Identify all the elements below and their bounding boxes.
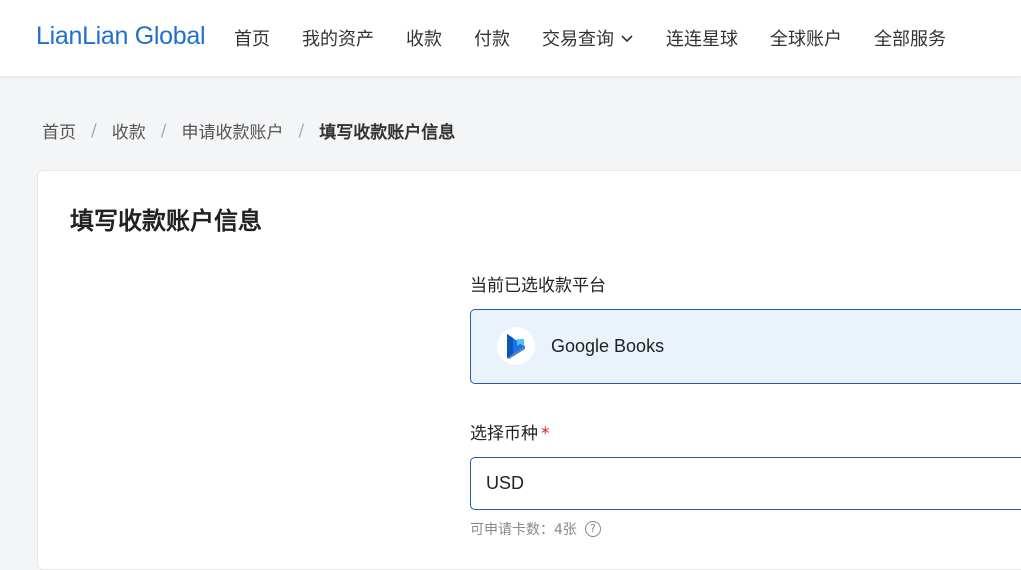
nav-label: 我的资产 (302, 29, 374, 50)
breadcrumb-separator: / (160, 120, 167, 141)
nav-label: 交易查询 (542, 29, 614, 50)
nav-label: 首页 (234, 29, 270, 50)
nav-label: 全球账户 (770, 29, 842, 50)
breadcrumb-separator: / (91, 120, 97, 141)
selected-platform-box: Google Books (470, 309, 1021, 384)
nav-label: 付款 (474, 29, 510, 50)
currency-select[interactable]: USD (470, 457, 1021, 510)
breadcrumb: 首页 / 收款 / 申请收款账户 / 填写收款账户信息 (42, 118, 456, 144)
brand-logo[interactable]: LianLian Global (36, 22, 206, 51)
help-circle-icon[interactable]: ? (584, 521, 601, 537)
nav-item-pay[interactable]: 付款 (474, 25, 510, 51)
nav-item-my-assets[interactable]: 我的资产 (302, 25, 374, 51)
google-books-icon (497, 327, 535, 365)
nav-item-global-account[interactable]: 全球账户 (770, 25, 842, 51)
breadcrumb-home[interactable]: 首页 (42, 118, 76, 143)
breadcrumb-receive[interactable]: 收款 (112, 118, 146, 143)
nav-label: 全部服务 (874, 29, 946, 50)
required-mark: * (541, 424, 550, 444)
nav-label: 收款 (406, 29, 442, 50)
breadcrumb-apply-account[interactable]: 申请收款账户 (181, 118, 283, 143)
platform-label: 当前已选收款平台 (470, 276, 606, 296)
nav-item-lianlian-planet[interactable]: 连连星球 (666, 25, 738, 51)
breadcrumb-current: 填写收款账户信息 (319, 123, 456, 143)
nav-label: 连连星球 (666, 29, 738, 50)
currency-label: 选择币种 * (470, 419, 550, 444)
platform-name: Google Books (551, 336, 665, 356)
top-navbar: LianLian Global 首页 我的资产 收款 付款 交易查询 连连星球 … (0, 0, 1021, 76)
chevron-down-icon (621, 35, 633, 43)
currency-label-text: 选择币种 (470, 424, 538, 444)
card-limit-hint: 可申请卡数：4张 ? (470, 519, 601, 539)
hint-text: 可申请卡数：4张 (470, 522, 577, 538)
page-title: 填写收款账户信息 (70, 207, 262, 235)
nav-item-all-services[interactable]: 全部服务 (874, 25, 946, 51)
nav-item-receive[interactable]: 收款 (406, 25, 442, 51)
nav-item-transactions[interactable]: 交易查询 (542, 25, 634, 51)
nav-item-home[interactable]: 首页 (234, 25, 270, 51)
breadcrumb-separator: / (298, 120, 305, 141)
account-info-card: 填写收款账户信息 当前已选收款平台 Google Books 选择币种 * USD… (37, 170, 1021, 570)
main-nav: 首页 我的资产 收款 付款 交易查询 连连星球 全球账户 全部服务 (234, 0, 978, 76)
